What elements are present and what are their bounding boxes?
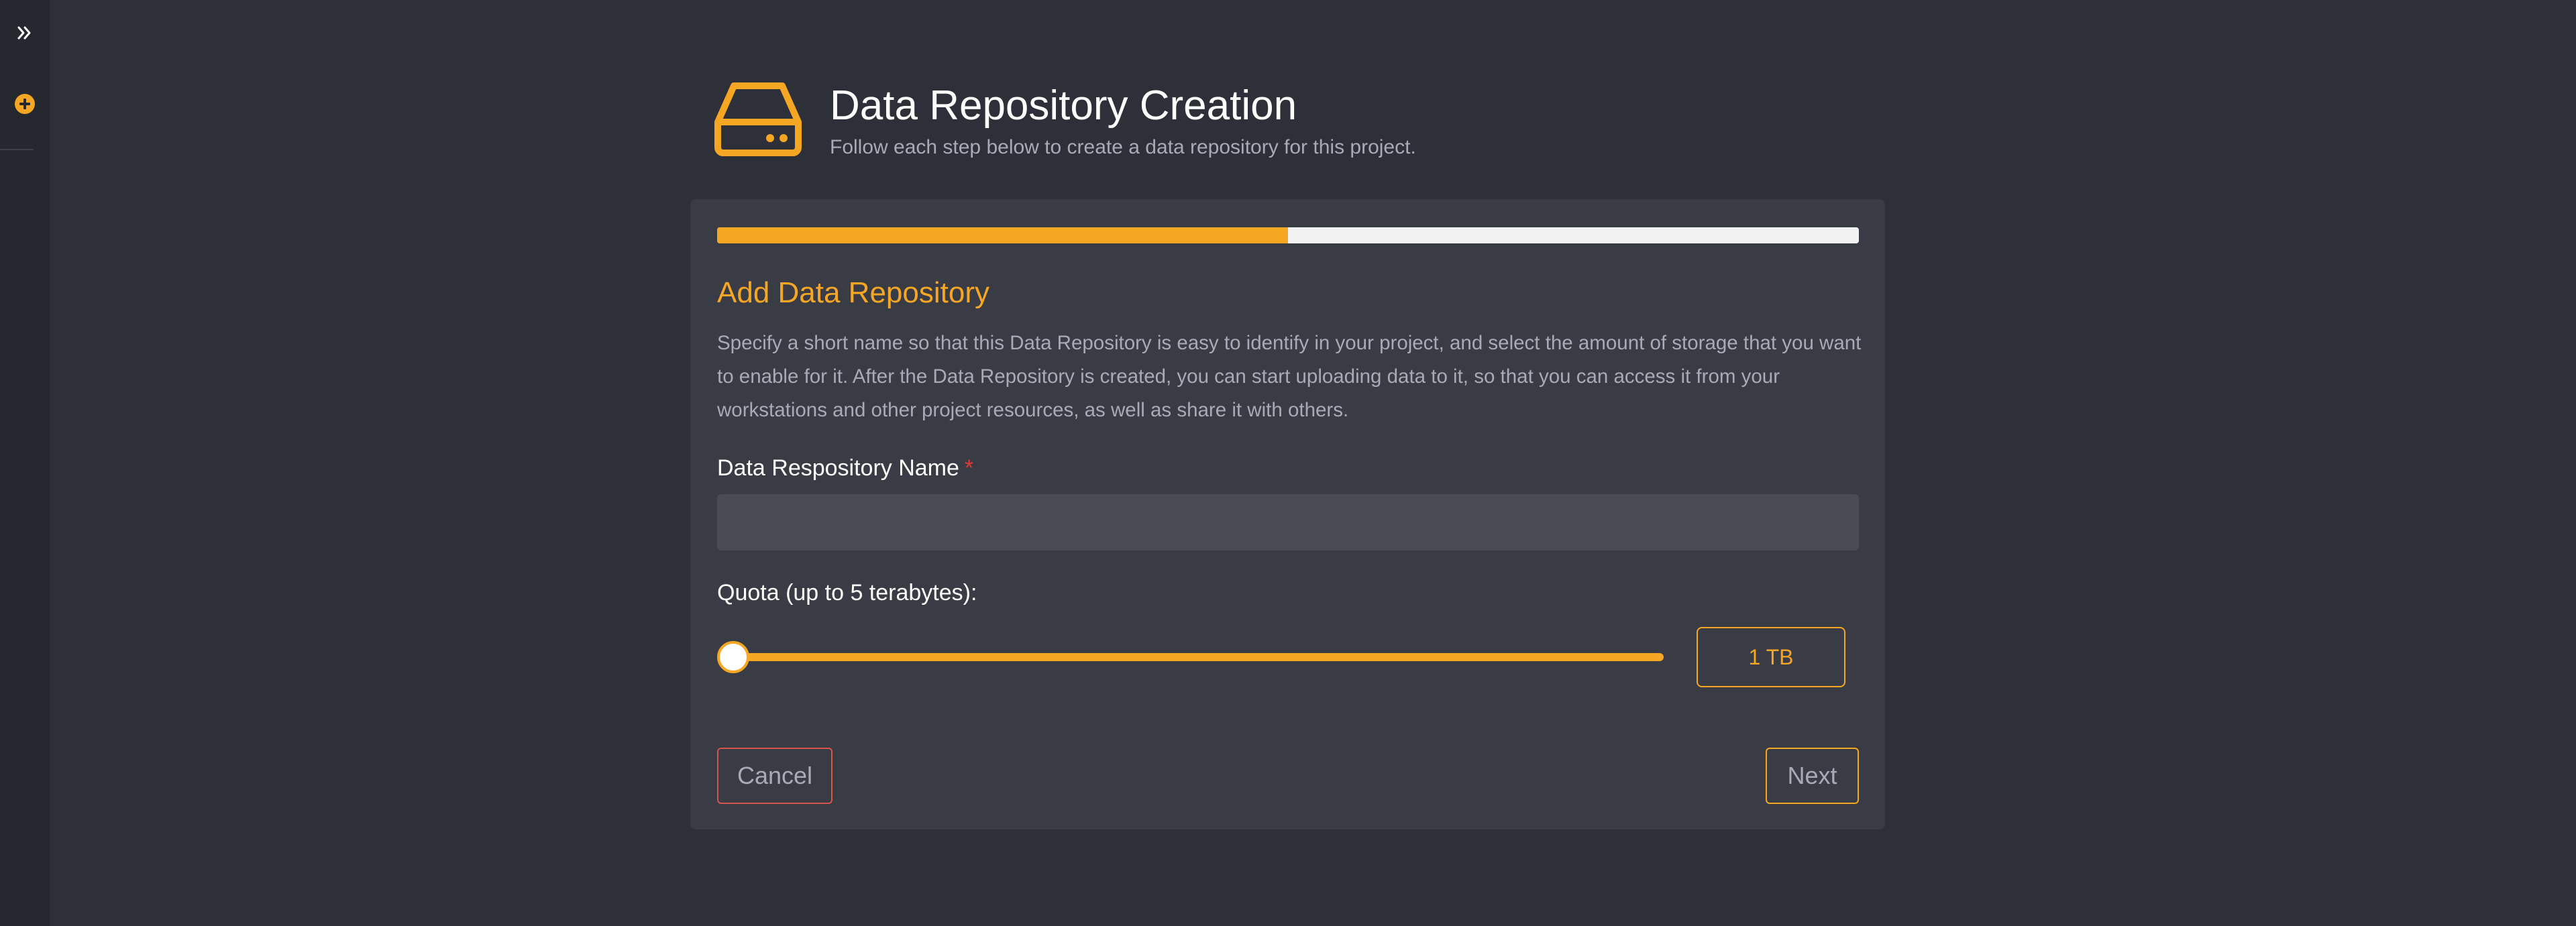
- cancel-button[interactable]: Cancel: [717, 748, 833, 804]
- page-subtitle: Follow each step below to create a data …: [830, 136, 1416, 158]
- quota-slider-track[interactable]: [717, 653, 1664, 661]
- quota-value-display: 1 TB: [1697, 627, 1845, 687]
- repository-name-input[interactable]: [717, 494, 1859, 551]
- quota-slider-thumb[interactable]: [717, 641, 749, 673]
- page-title: Data Repository Creation: [830, 82, 1297, 129]
- plus-circle-icon: [14, 93, 36, 118]
- name-field-label: Data Respository Name *: [717, 453, 973, 483]
- step-description: Specify a short name so that this Data R…: [717, 332, 1862, 421]
- sidebar-expand-button[interactable]: [0, 19, 50, 50]
- hard-drive-icon: [714, 80, 802, 158]
- name-field-label-text: Data Respository Name: [717, 455, 959, 481]
- sidebar-divider: [0, 149, 34, 150]
- step-title: Add Data Repository: [717, 276, 989, 309]
- page-header: [714, 79, 828, 160]
- quota-label: Quota (up to 5 terabytes):: [717, 580, 977, 605]
- wizard-progress-bar: [717, 227, 1859, 243]
- wizard-progress-fill: [717, 227, 1288, 243]
- sidebar-add-button[interactable]: [0, 90, 50, 121]
- next-button[interactable]: Next: [1766, 748, 1859, 804]
- double-chevron-right-icon: [16, 21, 34, 48]
- sidebar: [0, 0, 50, 926]
- required-marker: *: [964, 455, 974, 481]
- wizard-card: Add Data Repository Specify a short name…: [690, 199, 1885, 829]
